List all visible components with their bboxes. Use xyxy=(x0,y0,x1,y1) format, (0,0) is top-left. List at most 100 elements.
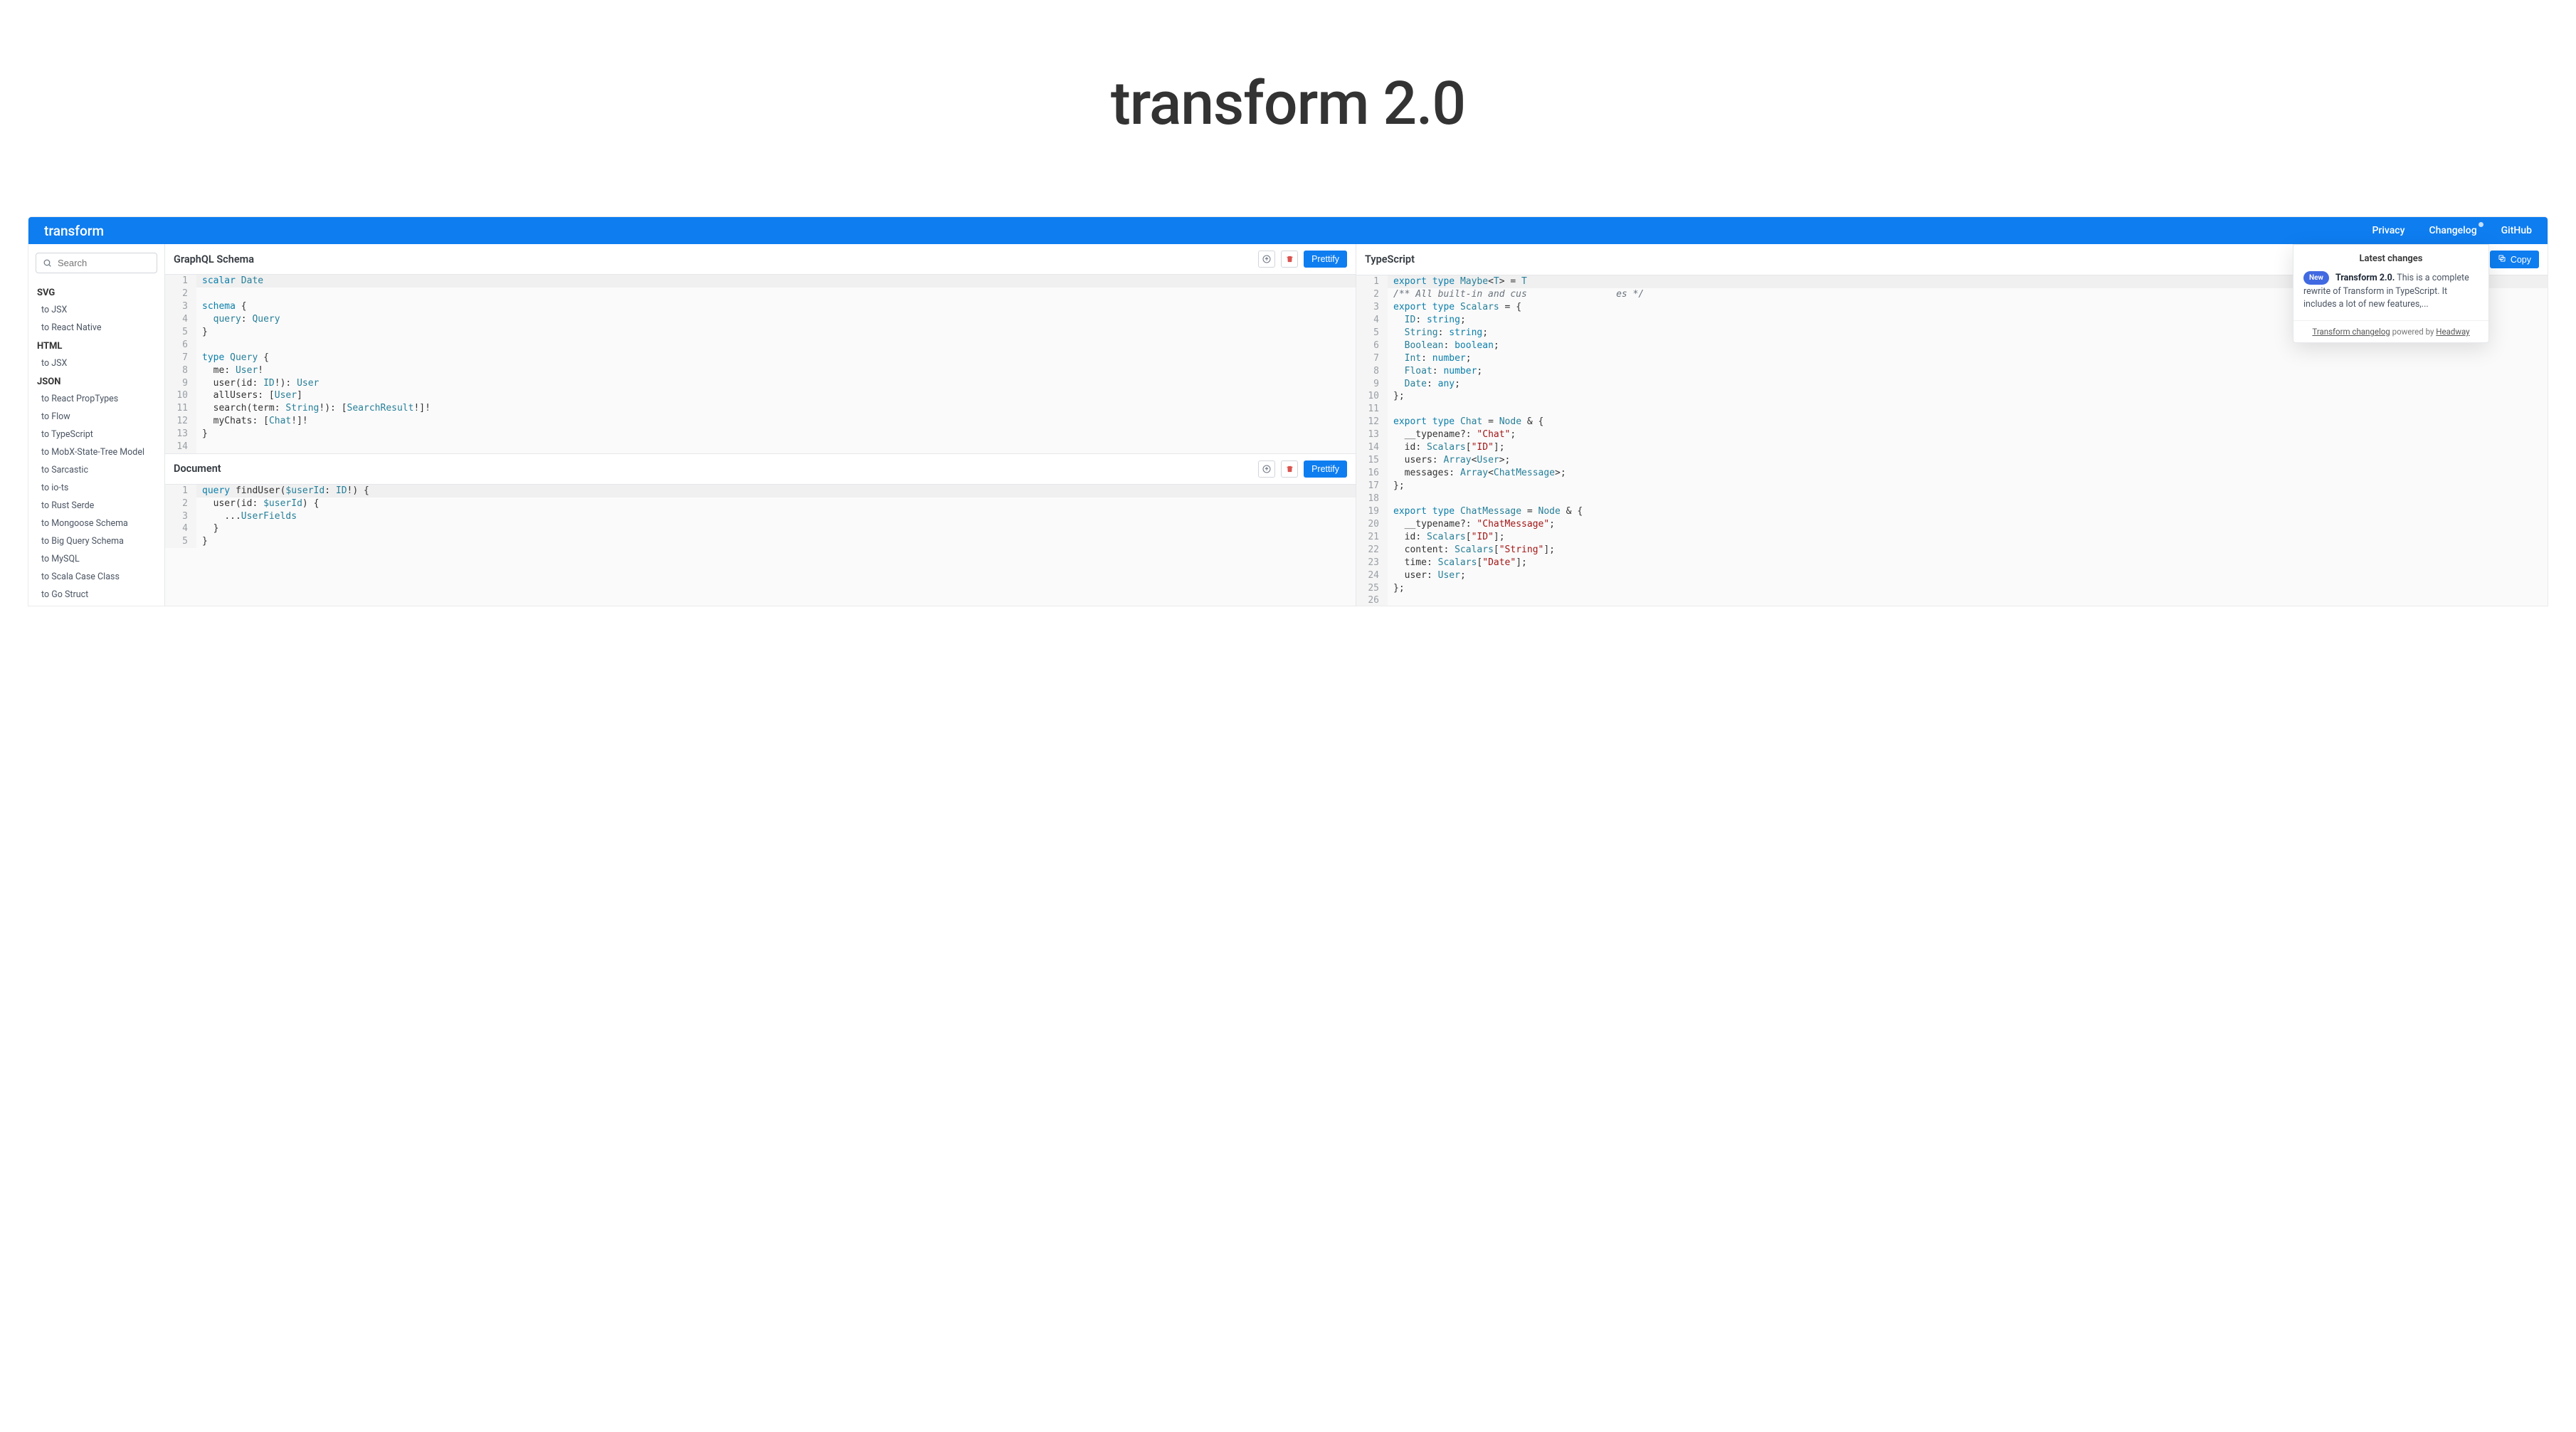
sidebar-item[interactable]: to React PropTypes xyxy=(36,390,157,408)
headway-link[interactable]: Headway xyxy=(2436,327,2469,337)
nav-changelog[interactable]: Changelog xyxy=(2429,225,2476,236)
line-number: 25 xyxy=(1356,582,1388,595)
code-line[interactable]: allUsers: [User] xyxy=(196,389,1356,402)
sidebar-item[interactable]: to Scala Case Class xyxy=(36,568,157,586)
code-line[interactable]: }; xyxy=(1388,390,2548,403)
sidebar: SVGto JSXto React NativeHTMLto JSXJSONto… xyxy=(28,244,165,606)
copy-button[interactable]: Copy xyxy=(2490,251,2539,268)
sidebar-item[interactable]: to Rust Serde xyxy=(36,497,157,515)
code-line[interactable]: __typename?: "ChatMessage"; xyxy=(1388,518,2548,531)
delete-button[interactable] xyxy=(1281,460,1298,478)
hero: transform 2.0 xyxy=(0,0,2576,217)
code-line[interactable]: users: Array<User>; xyxy=(1388,454,2548,467)
sidebar-item[interactable]: to JSX xyxy=(36,301,157,319)
changelog-popover: Latest changes New Transform 2.0. This i… xyxy=(2293,244,2489,343)
code-line[interactable]: id: Scalars["ID"]; xyxy=(1388,441,2548,454)
line-number: 4 xyxy=(165,522,196,535)
code-line[interactable]: user: User; xyxy=(1388,569,2548,582)
code-line[interactable]: user(id: $userId) { xyxy=(196,497,1356,510)
code-line[interactable]: content: Scalars["String"]; xyxy=(1388,544,2548,557)
code-line[interactable]: __typename?: "Chat"; xyxy=(1388,428,2548,441)
code-line[interactable]: user(id: ID!): User xyxy=(196,377,1356,390)
schema-pane-title: GraphQL Schema xyxy=(174,253,1252,265)
sidebar-item[interactable]: to MobX-State-Tree Model xyxy=(36,443,157,461)
code-line[interactable]: ...UserFields xyxy=(196,510,1356,523)
code-line[interactable]: export type Chat = Node & { xyxy=(1388,416,2548,428)
changelog-footer: Transform changelog powered by Headway xyxy=(2293,320,2488,342)
line-number: 6 xyxy=(165,339,196,352)
line-number: 14 xyxy=(165,441,196,453)
search-input[interactable] xyxy=(58,258,165,268)
code-line[interactable] xyxy=(196,441,1356,453)
line-number: 19 xyxy=(1356,505,1388,518)
code-line[interactable]: } xyxy=(196,326,1356,339)
sidebar-group-title: JSON xyxy=(36,372,157,390)
code-line[interactable]: } xyxy=(196,535,1356,548)
code-line[interactable]: Float: number; xyxy=(1388,365,2548,378)
line-number: 21 xyxy=(1356,531,1388,544)
code-line[interactable]: search(term: String!): [SearchResult!]! xyxy=(196,402,1356,415)
line-number: 3 xyxy=(1356,301,1388,314)
new-pill: New xyxy=(2303,271,2329,285)
sidebar-item[interactable]: to MySQL xyxy=(36,550,157,568)
code-line[interactable] xyxy=(1388,493,2548,505)
nav-privacy[interactable]: Privacy xyxy=(2372,225,2405,236)
line-number: 5 xyxy=(1356,327,1388,339)
code-line[interactable]: scalar Date xyxy=(196,275,1356,288)
top-nav: Privacy Changelog GitHub xyxy=(2372,225,2532,236)
upload-button[interactable] xyxy=(1258,251,1275,268)
sidebar-item[interactable]: to TypeScript xyxy=(36,426,157,443)
line-number: 2 xyxy=(165,288,196,300)
prettify-button[interactable]: Prettify xyxy=(1304,460,1347,478)
schema-editor[interactable]: 1scalar Date2 3schema {4 query: Query5}6… xyxy=(165,275,1356,453)
sidebar-item[interactable]: to YAML xyxy=(36,604,157,606)
sidebar-item[interactable]: to Go Struct xyxy=(36,586,157,604)
code-line[interactable]: schema { xyxy=(196,300,1356,313)
nav-github[interactable]: GitHub xyxy=(2501,225,2532,236)
line-number: 3 xyxy=(165,300,196,313)
code-line[interactable] xyxy=(1388,594,2548,606)
sidebar-item[interactable]: to Mongoose Schema xyxy=(36,515,157,532)
line-number: 12 xyxy=(1356,416,1388,428)
sidebar-item[interactable]: to Sarcastic xyxy=(36,461,157,479)
line-number: 11 xyxy=(1356,403,1388,416)
code-line[interactable] xyxy=(1388,403,2548,416)
code-line[interactable]: messages: Array<ChatMessage>; xyxy=(1388,467,2548,480)
search-box[interactable] xyxy=(36,253,157,273)
code-line[interactable]: query: Query xyxy=(196,313,1356,326)
line-number: 5 xyxy=(165,535,196,548)
line-number: 11 xyxy=(165,402,196,415)
code-line[interactable]: type Query { xyxy=(196,352,1356,364)
sidebar-item[interactable]: to JSX xyxy=(36,354,157,372)
code-line[interactable]: } xyxy=(196,428,1356,441)
line-number: 22 xyxy=(1356,544,1388,557)
line-number: 7 xyxy=(1356,352,1388,365)
code-line[interactable]: Int: number; xyxy=(1388,352,2548,365)
code-line[interactable]: }; xyxy=(1388,582,2548,595)
code-line[interactable]: } xyxy=(196,522,1356,535)
prettify-button[interactable]: Prettify xyxy=(1304,251,1347,268)
code-line[interactable]: export type ChatMessage = Node & { xyxy=(1388,505,2548,518)
code-line[interactable] xyxy=(196,288,1356,300)
code-line[interactable]: query findUser($userId: ID!) { xyxy=(196,485,1356,497)
changelog-body: New Transform 2.0. This is a complete re… xyxy=(2293,271,2488,320)
sidebar-item[interactable]: to io-ts xyxy=(36,479,157,497)
sidebar-item[interactable]: to React Native xyxy=(36,319,157,337)
changelog-link[interactable]: Transform changelog xyxy=(2312,327,2390,337)
upload-button[interactable] xyxy=(1258,460,1275,478)
delete-button[interactable] xyxy=(1281,251,1298,268)
changelog-item-title: Transform 2.0. xyxy=(2335,273,2395,283)
document-editor[interactable]: 1query findUser($userId: ID!) {2 user(id… xyxy=(165,485,1356,606)
code-line[interactable]: time: Scalars["Date"]; xyxy=(1388,557,2548,569)
sidebar-item[interactable]: to Big Query Schema xyxy=(36,532,157,550)
brand: transform xyxy=(44,223,104,239)
code-line[interactable] xyxy=(196,339,1356,352)
code-line[interactable]: id: Scalars["ID"]; xyxy=(1388,531,2548,544)
sidebar-item[interactable]: to Flow xyxy=(36,408,157,426)
sidebar-group-title: HTML xyxy=(36,337,157,354)
code-line[interactable]: }; xyxy=(1388,480,2548,493)
code-line[interactable]: myChats: [Chat!]! xyxy=(196,415,1356,428)
changelog-header: Latest changes xyxy=(2293,245,2488,271)
code-line[interactable]: Date: any; xyxy=(1388,378,2548,391)
code-line[interactable]: me: User! xyxy=(196,364,1356,377)
